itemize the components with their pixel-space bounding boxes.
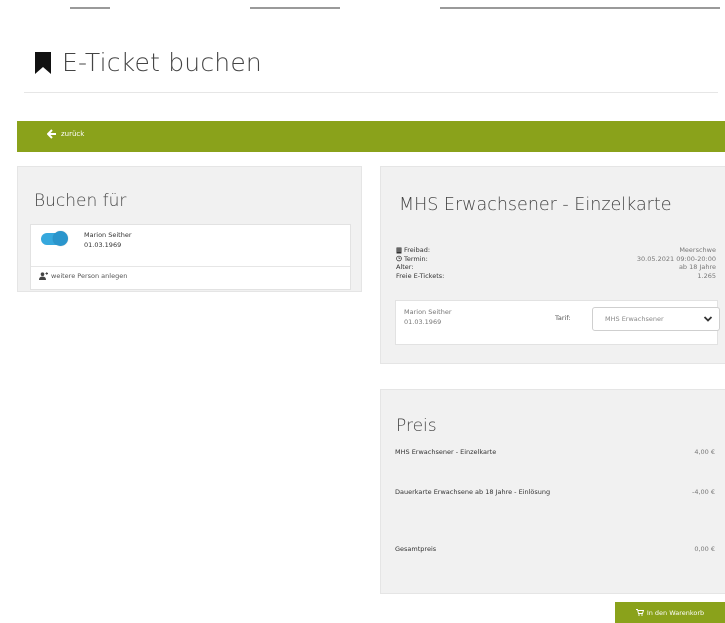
toggle-knob bbox=[53, 231, 68, 246]
cart-icon bbox=[635, 609, 644, 616]
tariff-person-dob: 01.03.1969 bbox=[404, 318, 442, 326]
top-rule-segment bbox=[70, 7, 110, 9]
top-rule-segment bbox=[250, 7, 340, 9]
price-total-row: Gesamtpreis 0,00 € bbox=[395, 545, 715, 553]
info-value: Meerschwe bbox=[679, 246, 716, 254]
top-rule-segment bbox=[440, 7, 720, 9]
info-row: Freie E-Tickets: 1.265 bbox=[396, 272, 716, 281]
info-value: ab 18 Jahre bbox=[678, 263, 716, 271]
info-value: 1.265 bbox=[697, 271, 716, 280]
bookmark-icon bbox=[35, 51, 51, 74]
price-row: MHS Erwachsener - Einzelkarte 4,00 € bbox=[395, 448, 715, 456]
ticket-title: MHS Erwachsener - Einzelkarte bbox=[399, 195, 672, 215]
action-bar: zurück bbox=[17, 121, 725, 152]
add-to-cart-label: In den Warenkorb bbox=[646, 608, 705, 617]
ticket-panel: MHS Erwachsener - Einzelkarte Freibad: M… bbox=[380, 166, 725, 364]
clock-icon bbox=[396, 256, 402, 262]
info-row: Alter: ab 18 Jahre bbox=[396, 263, 716, 272]
info-label-wrap: Termin: bbox=[396, 255, 428, 264]
divider bbox=[24, 92, 718, 93]
tariff-select-value: MHS Erwachsener bbox=[605, 315, 664, 323]
back-button[interactable]: zurück bbox=[47, 129, 84, 139]
info-label-wrap: Freibad: bbox=[396, 246, 430, 255]
tariff-select[interactable]: MHS Erwachsener bbox=[592, 307, 720, 331]
person-card: Marion Seither 01.03.1969 weitere Person… bbox=[30, 224, 351, 290]
divider bbox=[31, 266, 350, 267]
info-row: Freibad: Meerschwe bbox=[396, 246, 716, 255]
tariff-person-name: Marion Seither bbox=[404, 308, 452, 316]
person-name: Marion Seither bbox=[84, 231, 132, 239]
price-row: Dauerkarte Erwachsene ab 18 Jahre - Einl… bbox=[395, 488, 715, 496]
back-label: zurück bbox=[61, 130, 85, 138]
price-item-amount: 4,00 € bbox=[694, 448, 715, 456]
price-panel: Preis MHS Erwachsener - Einzelkarte 4,00… bbox=[380, 389, 725, 594]
price-item-label: Dauerkarte Erwachsene ab 18 Jahre - Einl… bbox=[395, 488, 551, 496]
info-row: Termin: 30.05.2021 09:00-20:00 bbox=[396, 255, 716, 264]
add-person-label: weitere Person anlegen bbox=[51, 272, 128, 280]
price-item-amount: -4,00 € bbox=[691, 488, 715, 496]
info-label: Alter: bbox=[396, 263, 414, 272]
page-title: E-Ticket buchen bbox=[62, 48, 262, 77]
arrow-left-icon bbox=[47, 129, 56, 139]
tariff-label: Tarif: bbox=[555, 314, 571, 322]
building-icon bbox=[396, 247, 402, 254]
info-label: Termin: bbox=[404, 254, 428, 263]
info-value: 30.05.2021 09:00-20:00 bbox=[636, 254, 716, 263]
person-dob: 01.03.1969 bbox=[84, 241, 122, 249]
price-item-label: MHS Erwachsener - Einzelkarte bbox=[395, 448, 497, 456]
user-plus-icon bbox=[39, 272, 48, 280]
price-total-label: Gesamtpreis bbox=[395, 545, 437, 553]
page-header: E-Ticket buchen bbox=[34, 48, 262, 77]
booking-for-panel: Buchen für Marion Seither 01.03.1969 wei… bbox=[17, 166, 362, 292]
info-label: Freie E-Tickets: bbox=[396, 271, 445, 280]
price-heading: Preis bbox=[396, 416, 437, 436]
price-total-amount: 0,00 € bbox=[694, 545, 715, 553]
add-person-link[interactable]: weitere Person anlegen bbox=[39, 272, 127, 280]
person-toggle[interactable] bbox=[41, 231, 68, 246]
booking-for-heading: Buchen für bbox=[34, 191, 127, 211]
top-rule bbox=[0, 0, 725, 10]
tariff-card: Marion Seither 01.03.1969 Tarif: MHS Erw… bbox=[395, 300, 720, 345]
chevron-down-icon bbox=[703, 316, 713, 322]
ticket-info: Freibad: Meerschwe Termin: 30.05.2021 09… bbox=[396, 246, 716, 280]
add-to-cart-button[interactable]: In den Warenkorb bbox=[615, 602, 725, 623]
info-label: Freibad: bbox=[404, 246, 431, 255]
